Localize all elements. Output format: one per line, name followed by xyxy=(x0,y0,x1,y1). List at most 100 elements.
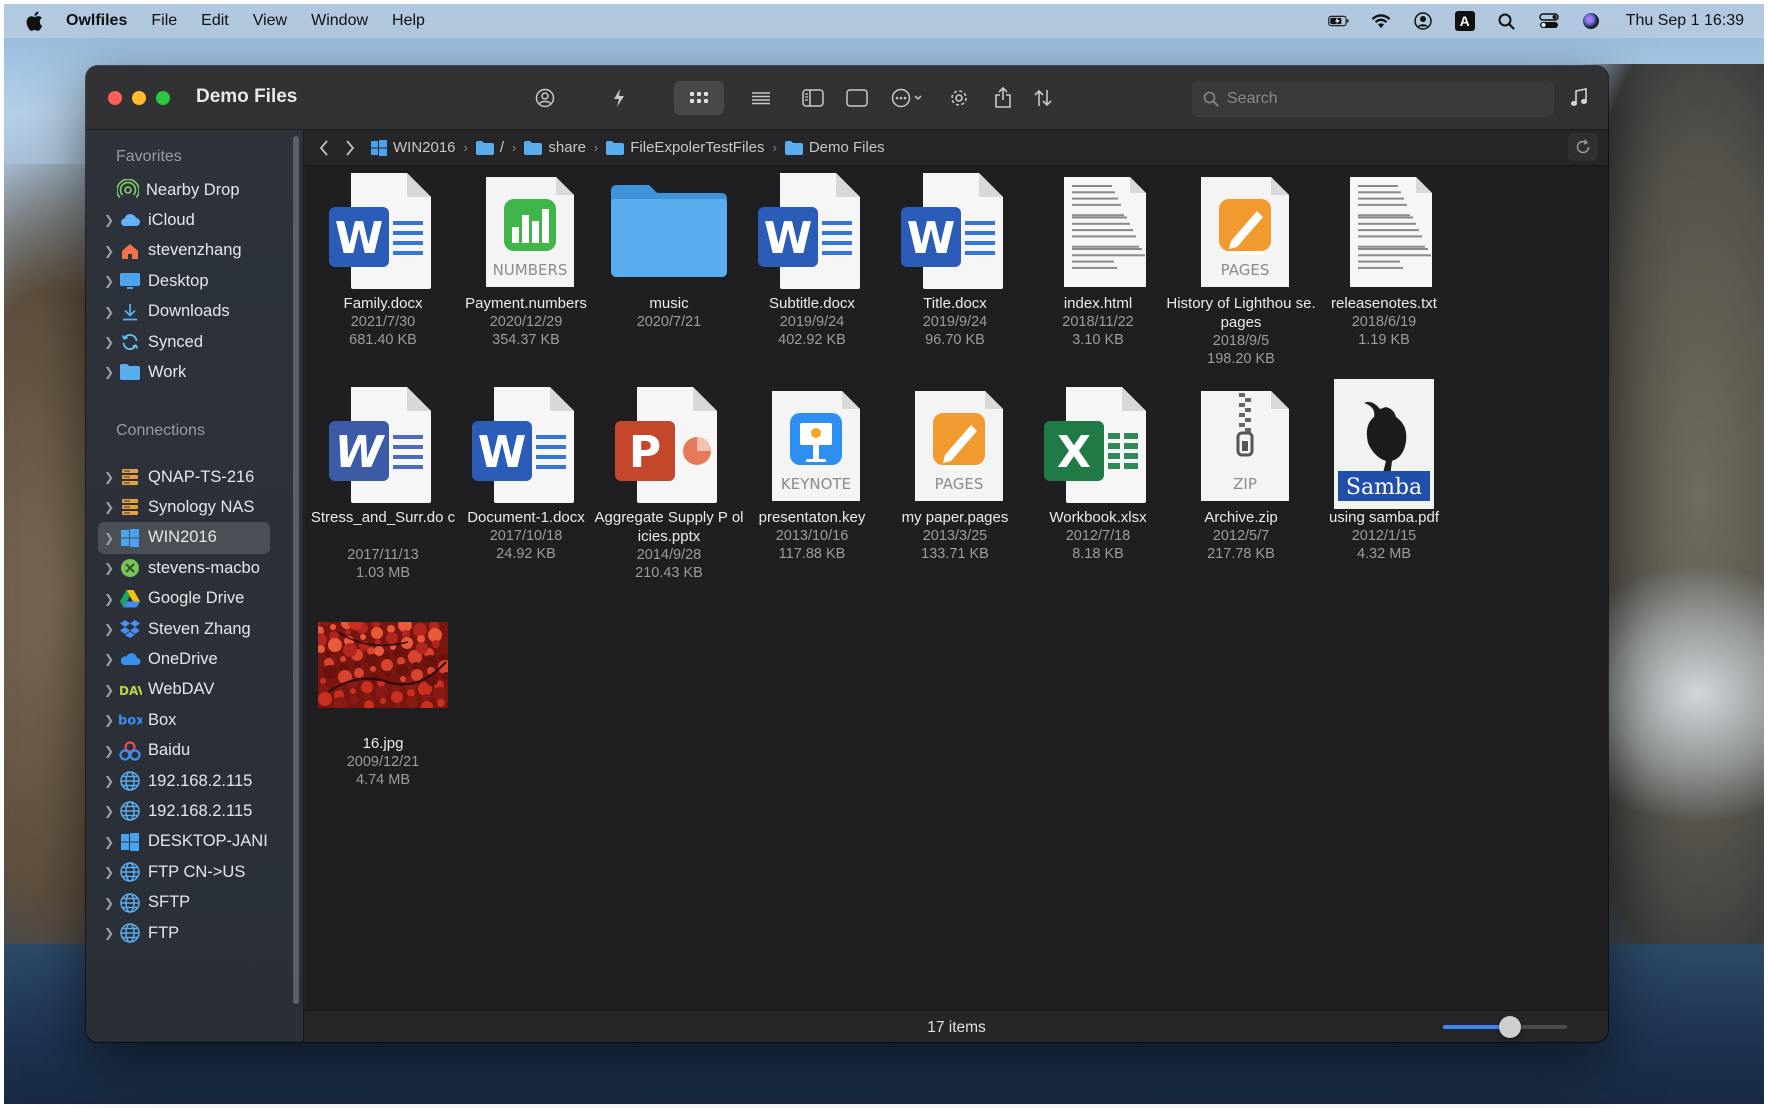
back-button[interactable] xyxy=(311,133,337,163)
sidebar-item-win2016[interactable]: ❯ WIN2016 xyxy=(98,521,270,554)
sidebar-item-label: QNAP-TS-216 xyxy=(148,467,255,486)
airdrop-icon xyxy=(116,178,140,202)
sidebar-item-steven-zhang[interactable]: ❯ Steven Zhang xyxy=(98,613,270,645)
chevron-right-icon[interactable]: ❯ xyxy=(102,561,116,575)
chevron-right-icon[interactable]: ❯ xyxy=(102,713,116,727)
pdf-thumbnail-icon: Samba xyxy=(1314,379,1454,510)
quick-action-button[interactable] xyxy=(602,81,636,115)
sidebar-item-desktop-jani[interactable]: ❯ DESKTOP-JANI xyxy=(98,826,270,858)
sidebar-item-work[interactable]: ❯ Work xyxy=(98,356,270,388)
chevron-right-icon[interactable]: ❯ xyxy=(102,365,116,379)
chevron-right-icon[interactable]: ❯ xyxy=(102,531,116,545)
breadcrumb-share[interactable]: share xyxy=(524,139,586,156)
chevron-right-icon[interactable]: ❯ xyxy=(102,213,116,227)
siri-icon[interactable] xyxy=(1580,11,1602,31)
sidebar-item-qnap-ts-216[interactable]: ❯ QNAP-TS-216 xyxy=(98,461,270,493)
file-date: 2012/1/15 xyxy=(1351,528,1417,544)
toggle-sidebar-button[interactable] xyxy=(796,81,830,115)
chevron-right-icon[interactable]: ❯ xyxy=(102,896,116,910)
sidebar-item-webdav[interactable]: ❯DAV WebDAV xyxy=(98,674,270,706)
spotlight-search-icon[interactable] xyxy=(1496,11,1518,31)
sidebar-item-nearby-drop[interactable]: Nearby Drop xyxy=(98,174,270,206)
sidebar-item-google-drive[interactable]: ❯ Google Drive xyxy=(98,583,270,615)
settings-button[interactable] xyxy=(942,81,976,115)
account-button[interactable] xyxy=(528,81,562,115)
file-name: Payment.numbers xyxy=(465,295,587,312)
chevron-right-icon[interactable]: ❯ xyxy=(102,774,116,788)
icon-view-button[interactable] xyxy=(674,81,724,115)
app-name-menu[interactable]: Owlfiles xyxy=(66,12,127,30)
sidebar-item-stevenzhang[interactable]: ❯ stevenzhang xyxy=(98,235,270,267)
sidebar-item-onedrive[interactable]: ❯ OneDrive xyxy=(98,643,270,675)
chevron-right-icon[interactable]: ❯ xyxy=(102,305,116,319)
chevron-right-icon[interactable]: ❯ xyxy=(102,865,116,879)
chevron-right-icon[interactable]: ❯ xyxy=(102,835,116,849)
battery-icon[interactable] xyxy=(1327,11,1350,31)
title-bar: Demo Files xyxy=(86,66,1608,130)
chevron-right-icon[interactable]: ❯ xyxy=(102,244,116,258)
sidebar-item-box[interactable]: ❯ box Box xyxy=(98,704,270,736)
chevron-right-icon xyxy=(346,139,355,156)
edit-menu[interactable]: Edit xyxy=(201,12,229,30)
file-date: 2020/12/29 xyxy=(489,314,563,330)
sidebar-item-baidu[interactable]: ❯ Baidu xyxy=(98,735,270,767)
sidebar-item-downloads[interactable]: ❯ Downloads xyxy=(98,296,270,328)
chevron-right-icon[interactable]: ❯ xyxy=(102,804,116,818)
sidebar-item-desktop[interactable]: ❯ Desktop xyxy=(98,265,270,297)
view-menu[interactable]: View xyxy=(253,12,287,30)
chevron-right-icon[interactable]: ❯ xyxy=(102,652,116,666)
music-player-button[interactable] xyxy=(1562,81,1596,115)
share-button[interactable] xyxy=(986,81,1020,115)
refresh-button[interactable] xyxy=(1568,133,1598,161)
more-actions-button[interactable] xyxy=(886,81,930,115)
chevron-right-icon[interactable]: ❯ xyxy=(102,592,116,606)
breadcrumb-root[interactable]: / xyxy=(475,139,504,156)
chevron-right-icon[interactable]: ❯ xyxy=(102,335,116,349)
zoom-window-button[interactable] xyxy=(156,91,170,105)
forward-button[interactable] xyxy=(337,133,363,163)
file-name: 16.jpg xyxy=(362,735,404,752)
icon-size-slider[interactable] xyxy=(1443,1016,1567,1038)
search-input[interactable] xyxy=(1227,90,1527,108)
breadcrumb-win2016[interactable]: WIN2016 xyxy=(371,139,456,156)
sidebar-scrollbar[interactable] xyxy=(293,136,299,1004)
file-menu[interactable]: File xyxy=(151,12,177,30)
sort-button[interactable] xyxy=(1026,81,1060,115)
sidebar-item-synced[interactable]: ❯ Synced xyxy=(98,326,270,358)
chevron-right-icon[interactable]: ❯ xyxy=(102,926,116,940)
breadcrumb-demo-files[interactable]: Demo Files xyxy=(784,139,885,156)
control-center-icon[interactable] xyxy=(1538,11,1560,31)
window-menu[interactable]: Window xyxy=(311,12,368,30)
help-menu[interactable]: Help xyxy=(392,12,425,30)
sidebar-item-192-168-2-115[interactable]: ❯ 192.168.2.115 xyxy=(98,765,270,797)
sidebar-item-icloud[interactable]: ❯ iCloud xyxy=(98,204,270,236)
breadcrumb-fileexpolertestfiles[interactable]: FileExpolerTestFiles xyxy=(606,139,764,156)
nas-icon xyxy=(118,495,142,519)
file-size: 402.92 KB xyxy=(778,332,846,348)
chevron-right-icon[interactable]: ❯ xyxy=(102,274,116,288)
minimize-window-button[interactable] xyxy=(132,91,146,105)
list-view-button[interactable] xyxy=(744,81,778,115)
chevron-right-icon[interactable]: ❯ xyxy=(102,622,116,636)
sidebar-item-ftp[interactable]: ❯ FTP xyxy=(98,917,270,949)
chevron-right-icon[interactable]: ❯ xyxy=(102,683,116,697)
search-icon xyxy=(1203,91,1219,107)
chevron-right-icon[interactable]: ❯ xyxy=(102,744,116,758)
menubar-clock[interactable]: Thu Sep 1 16:39 xyxy=(1626,12,1744,30)
sidebar-item-synology-nas[interactable]: ❯ Synology NAS xyxy=(98,491,270,523)
search-field[interactable] xyxy=(1192,81,1554,117)
sidebar-item-sftp[interactable]: ❯ SFTP xyxy=(98,887,270,919)
sidebar-item-192-168-2-115[interactable]: ❯ 192.168.2.115 xyxy=(98,795,270,827)
user-account-icon[interactable] xyxy=(1412,11,1434,31)
input-source-icon[interactable]: A xyxy=(1454,11,1476,31)
chevron-right-icon[interactable]: ❯ xyxy=(102,500,116,514)
sidebar-item-stevens-macbo[interactable]: ❯ stevens-macbo xyxy=(98,552,270,584)
apple-menu-icon[interactable] xyxy=(26,11,44,31)
chevron-right-icon[interactable]: ❯ xyxy=(102,470,116,484)
wifi-icon[interactable] xyxy=(1370,11,1392,31)
close-window-button[interactable] xyxy=(108,91,122,105)
globe-icon xyxy=(118,799,142,823)
preview-pane-button[interactable] xyxy=(840,81,874,115)
sidebar-item-ftp-cn-us[interactable]: ❯ FTP CN->US xyxy=(98,856,270,888)
slider-knob[interactable] xyxy=(1499,1016,1522,1038)
